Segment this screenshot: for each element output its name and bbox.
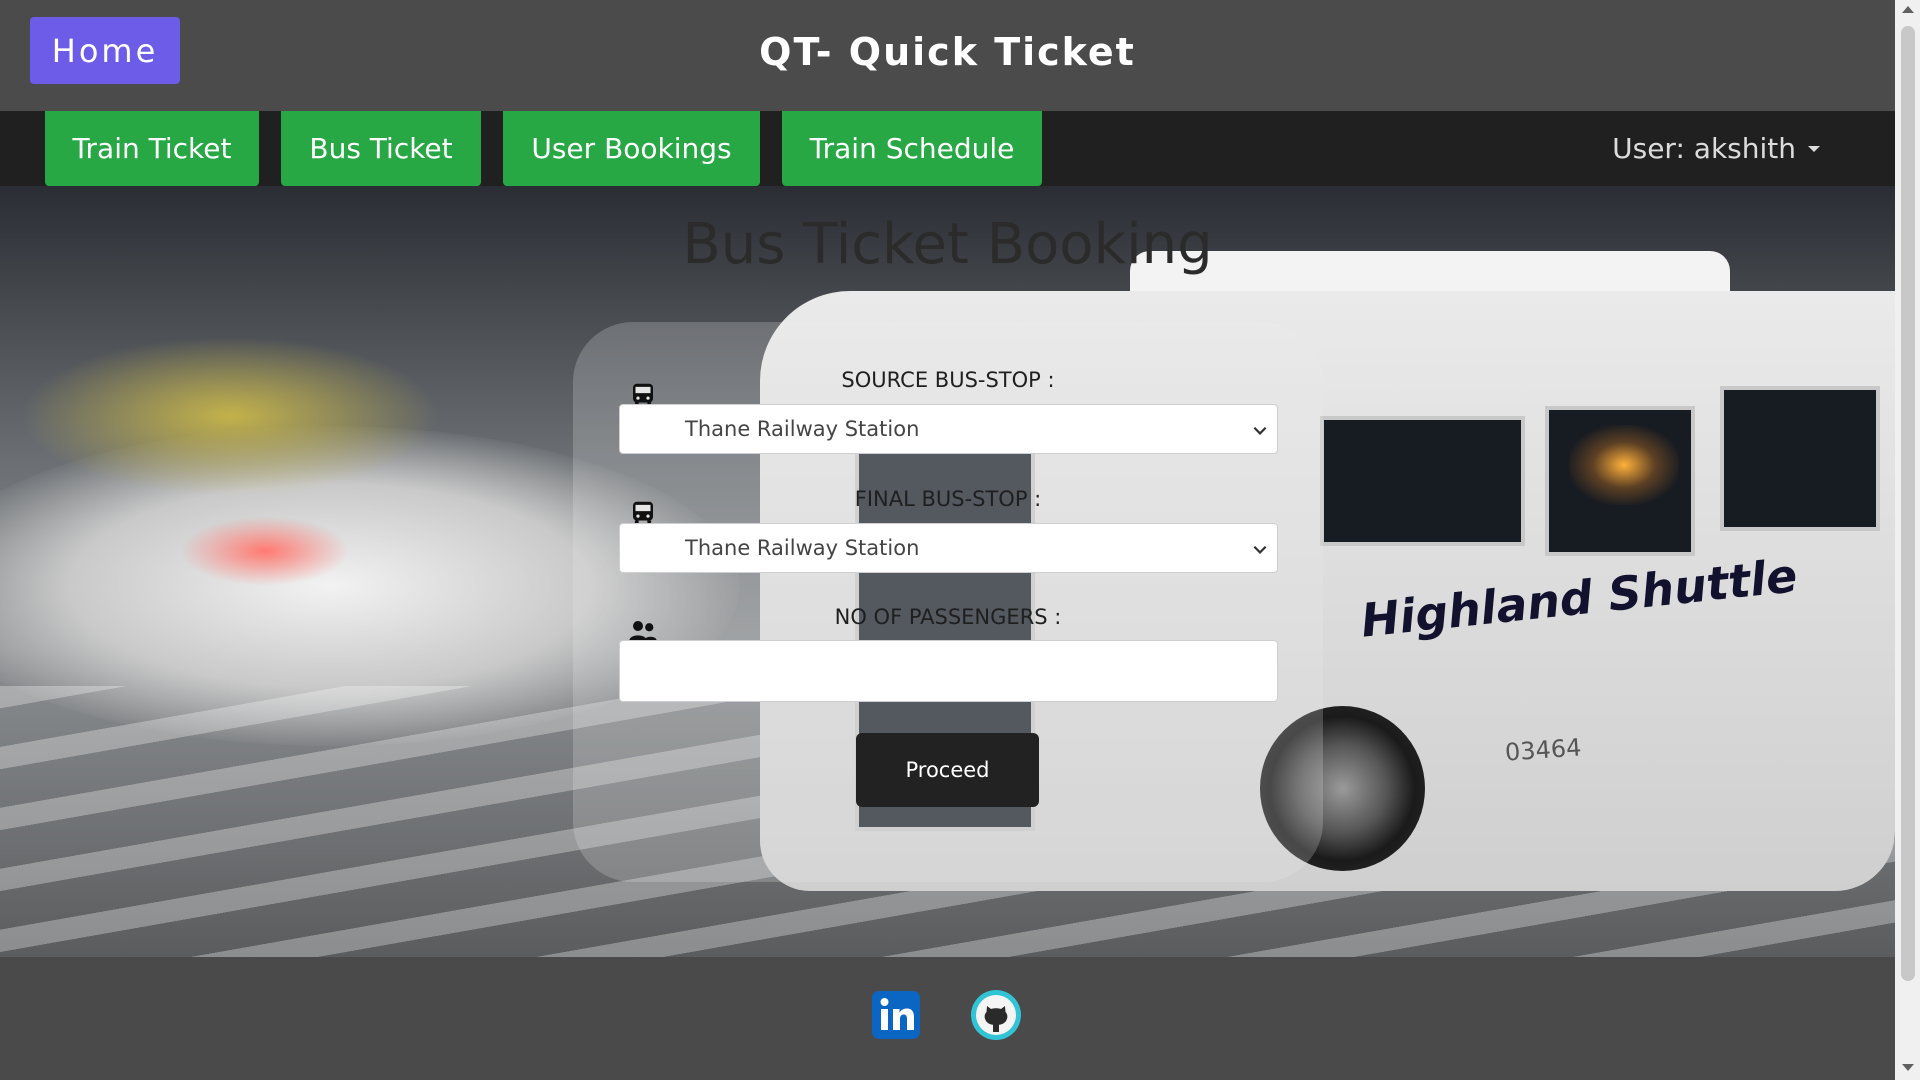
chevron-down-icon [1253, 545, 1267, 554]
page-scrollbar[interactable] [1895, 0, 1920, 1080]
nav-train-ticket[interactable]: Train Ticket [45, 111, 259, 186]
source-label: SOURCE BUS-STOP : [841, 368, 1055, 392]
passengers-input[interactable] [619, 640, 1278, 702]
nav-user-bookings[interactable]: User Bookings [503, 111, 760, 186]
passengers-label: NO OF PASSENGERS : [834, 605, 1062, 629]
blurred-taillight [180, 516, 350, 586]
proceed-button[interactable]: Proceed [856, 733, 1039, 807]
linkedin-icon[interactable] [870, 989, 922, 1041]
bus-window [1720, 386, 1880, 531]
bus-number: 03464 [1504, 733, 1583, 767]
chevron-down-icon [1253, 426, 1267, 435]
app-window: Home QT- Quick Ticket Train Ticket Bus T… [0, 0, 1895, 1080]
nav-bus-ticket[interactable]: Bus Ticket [281, 111, 481, 186]
page-title: Bus Ticket Booking [682, 212, 1213, 277]
scroll-up-arrow-icon[interactable] [1902, 6, 1914, 13]
scroll-thumb[interactable] [1901, 26, 1915, 981]
user-label: User: akshith [1612, 132, 1796, 165]
footer [0, 957, 1895, 1080]
bus-window [1545, 406, 1695, 556]
blurred-taxi [20, 336, 440, 496]
source-value: Thane Railway Station [685, 417, 920, 441]
nav-train-schedule[interactable]: Train Schedule [782, 111, 1042, 186]
user-menu[interactable]: User: akshith [1612, 111, 1820, 186]
app-title: QT- Quick Ticket [759, 30, 1136, 74]
bus-window [1320, 416, 1525, 546]
final-select[interactable]: Thane Railway Station [619, 523, 1278, 573]
scroll-down-arrow-icon[interactable] [1902, 1064, 1914, 1071]
nav-bar: Train Ticket Bus Ticket User Bookings Tr… [0, 111, 1895, 186]
led-sign [1569, 425, 1679, 505]
source-select[interactable]: Thane Railway Station [619, 404, 1278, 454]
final-label: FINAL BUS-STOP : [854, 487, 1042, 511]
top-header: Home QT- Quick Ticket [0, 0, 1895, 111]
caret-down-icon [1808, 145, 1820, 152]
github-icon[interactable] [970, 989, 1022, 1041]
final-value: Thane Railway Station [685, 536, 920, 560]
